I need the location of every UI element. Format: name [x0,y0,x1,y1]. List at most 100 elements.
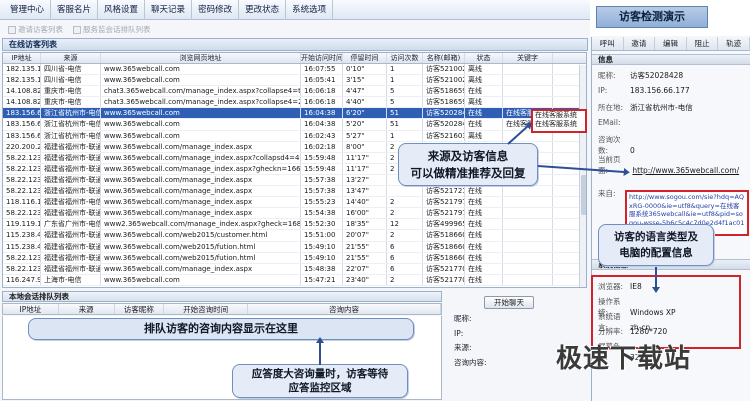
table-cell: 1 [387,75,423,86]
table-cell: 15:49:10 [301,241,343,252]
table-cell: 115.238.45.234 [3,241,41,252]
table-cell: 重庆市-电信 [41,86,101,97]
table-cell: 16:07:55 [301,64,343,75]
table-cell: 15:47:21 [301,274,343,285]
table-cell: 福建省福州市-联通 [41,263,101,274]
table-cell: 福建省福州市-联通 [41,252,101,263]
table-cell: 183.156.66.177 [3,108,41,119]
info-key: 昵称: [598,71,616,80]
monitor-queue-button[interactable]: 服务监会话排队列表 [73,24,151,35]
table-cell: 15:49:10 [301,252,343,263]
start-chat-button[interactable]: 开始聊天 [484,296,534,309]
column-header[interactable]: 开始访问时间 [301,53,343,63]
table-row[interactable]: 182.135.160.00四川省-电信www.365webcall.com16… [3,75,586,87]
menu-item-6[interactable]: 系统选项 [286,0,334,20]
current-page-link[interactable]: http://www.365webcall.com/ [632,166,739,175]
table-cell: 访客52179745 [423,208,465,219]
column-header[interactable]: 停留时间 [343,53,387,63]
table-cell: 访客52160348 [423,130,465,141]
queue-column-header[interactable]: IP地址 [3,304,59,314]
table-cell: 福建省福州市-联通 [41,208,101,219]
table-cell: 51 [387,119,423,130]
callout-source-info: 来源及访客信息 可以做精准推荐及回复 [398,143,538,186]
table-cell: 11'17" [343,163,387,174]
table-cell: 离线 [465,97,503,108]
visitor-table-scrollbar[interactable] [579,65,586,287]
info-row: 咨询次数: 0 [598,134,635,156]
column-header[interactable]: 来源 [41,53,101,63]
menu-item-1[interactable]: 客服名片 [51,0,99,20]
table-cell: 14.108.82.36 [3,86,41,97]
table-cell: 15:51:00 [301,230,343,241]
menu-item-5[interactable]: 更改状态 [239,0,287,20]
table-cell: 119.119.182.21 [3,219,41,230]
column-header[interactable]: 访问次数 [387,53,423,63]
tab-编辑[interactable]: 编辑 [655,37,687,50]
table-row[interactable]: 119.119.182.21广东省广州市-电信www2.365webcall.c… [3,219,586,231]
table-cell: www.365webcall.com/manage_index.aspx [101,208,301,219]
table-cell: www.365webcall.com [101,274,301,285]
invite-list-button[interactable]: 邀请访客列表 [8,24,63,35]
table-cell: 8'00" [343,141,387,152]
table-cell [503,197,553,208]
table-cell: 16:04:38 [301,108,343,119]
table-cell: 在线 [465,252,503,263]
queue-column-header[interactable]: 开始咨询时间 [164,304,248,314]
table-cell: 2 [387,208,423,219]
table-cell: 6 [387,241,423,252]
tab-轨迹[interactable]: 轨迹 [718,37,750,50]
table-cell [387,186,423,197]
menu-item-2[interactable]: 风格设置 [98,0,146,20]
queue-column-header[interactable]: 访客昵称 [115,304,165,314]
table-row[interactable]: 58.22.123.194福建省福州市-联通www.365webcall.com… [3,208,586,220]
column-header[interactable]: 状态 [465,53,503,63]
menu-item-4[interactable]: 密码修改 [192,0,240,20]
table-cell: 6 [387,252,423,263]
table-row[interactable]: 118.116.142.14福建省福州市-电信www.365webcall.co… [3,197,586,209]
table-row[interactable]: 14.108.82.36重庆市-电信chat3.365webcall.com/m… [3,86,586,98]
tab-邀请[interactable]: 邀请 [624,37,656,50]
table-cell [503,230,553,241]
menu-item-0[interactable]: 管理中心 [4,0,52,20]
table-cell: 在线 [465,219,503,230]
table-cell: 访客52028428 [423,108,465,119]
menu-item-3[interactable]: 聊天记录 [145,0,193,20]
table-cell: www.365webcall.com [101,64,301,75]
info-key: 咨询次数: [598,135,621,155]
table-cell: 浙江省杭州市-电信 [41,130,101,141]
table-cell: 离线 [465,130,503,141]
queue-field-label: IP: [454,328,464,338]
arrow-to-system [655,267,657,291]
table-row[interactable]: 182.135.160.00四川省-电信www.365webcall.com16… [3,64,586,76]
table-row[interactable]: 183.156.66.177浙江省杭州市-电信www.365webcall.co… [3,130,586,142]
table-row[interactable]: 116.247.99.122上海市-电信www.365webcall.com15… [3,274,586,286]
table-row[interactable]: 115.238.45.234福建省福州市-联通www.365webcall.co… [3,241,586,253]
info-row: IP: 183.156.66.177 [598,86,690,95]
column-header[interactable]: IP地址 [3,53,41,63]
tab-阻止[interactable]: 阻止 [687,37,719,50]
column-header[interactable]: 浏览网页地址 [101,53,301,63]
table-cell: 在线 [465,86,503,97]
table-row[interactable]: 58.22.123.194福建省福州市-联通www.365webcall.com… [3,252,586,264]
table-cell: 1 [387,64,423,75]
table-row[interactable]: 14.108.82.36重庆市-电信chat3.365webcall.com/m… [3,97,586,109]
table-cell: 访客51865992 [423,97,465,108]
column-header[interactable]: 关键字 [503,53,553,63]
table-row[interactable]: 183.156.66.177浙江省杭州市-电信www.365webcall.co… [3,108,586,120]
queue-column-header[interactable]: 来源 [59,304,115,314]
table-row[interactable]: 115.238.45.234福建省福州市-联通www.365webcall.co… [3,230,586,242]
table-row[interactable]: 183.156.66.177浙江省杭州市-电信www.365webcall.co… [3,119,586,131]
table-row[interactable]: 58.22.123.194福建省福州市-联通www.365webcall.com… [3,263,586,275]
info-key: 所在地: [598,103,624,112]
table-row[interactable]: 58.22.123.194福建省福州市-联通www.365webcall.com… [3,186,586,198]
scroll-thumb[interactable] [581,175,586,215]
queue-column-header[interactable]: 咨询内容 [248,304,442,314]
column-header[interactable]: 名称(邮箱) [423,53,465,63]
table-cell: 13'27" [343,174,387,186]
table-cell: 16:02:18 [301,141,343,152]
table-cell: 116.247.99.122 [3,274,41,285]
tab-呼叫[interactable]: 呼叫 [592,37,624,50]
table-cell: 2 [387,230,423,241]
info-key: EMail: [598,118,621,127]
table-cell: 16:05:41 [301,75,343,86]
